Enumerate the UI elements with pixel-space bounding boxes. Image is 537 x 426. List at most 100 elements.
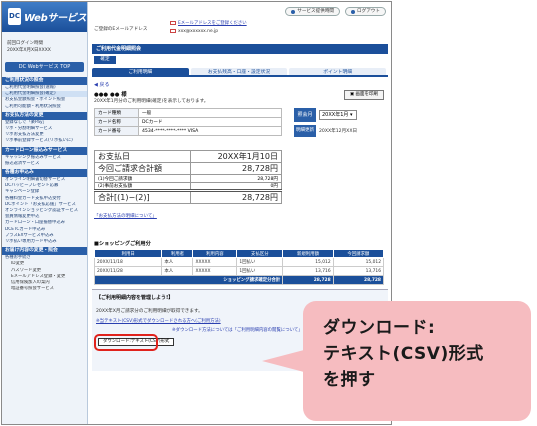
sidebar-section-title: カードローン振込みサービス [2, 146, 87, 155]
download-heading: 【ご利用明細内容を管理しよう!】 [96, 295, 174, 301]
sidebar-section-title: お支払方法の変更 [2, 111, 87, 120]
statement-note: 20XX年1月分のご利用明細(確定)を表示しております。 [94, 99, 209, 104]
sidebar-section-profile: お届け内容の変更・照会 各種お手続き ID変更 パスワード変更 Eメールアドレス… [2, 247, 87, 292]
cell: 20XX/11/28 [93, 266, 163, 276]
total-row: ショッピング請求確定分合計 28,728 28,728 [93, 275, 385, 285]
last-login-value: 20XX年X月X日XXXX [7, 48, 51, 53]
mail-address: xxx@xxxxxx.ne.jp [178, 29, 219, 34]
sidebar-section-title: 各種お申込み [2, 169, 87, 178]
callout-text: ダウンロード: テキスト(CSV)形式 を押す [323, 315, 523, 393]
col-header: 利用日 [93, 249, 163, 258]
sidebar-section-payment-change: お支払方法の変更 登録なしで「楽Pay」 リボ・分割明細サービス リボお支払方法… [2, 111, 87, 145]
top-button[interactable]: DC Webサービス TOP [5, 62, 84, 72]
sub2-label: (2)事前お支払額 [94, 182, 191, 192]
sidebar-item[interactable]: 振込返済サービス [2, 161, 87, 167]
highlight-ring [94, 334, 158, 351]
table-row: 20XX/11/28 本人 XXXXX 1回払い 13,716 13,716 [93, 266, 385, 276]
col-header: 新規利用額 [282, 249, 334, 258]
card-value: 4534-****-****-**** VISA [138, 126, 282, 136]
total-label: 今回ご請求合計額 [94, 162, 191, 175]
callout-line: テキスト(CSV)形式 [323, 344, 484, 364]
back-link[interactable]: ◀ 戻る [94, 81, 109, 88]
tab-balance[interactable]: お支払残高・口座・設定状況 [190, 68, 288, 75]
sidebar: DC Webサービス 前回ログイン時間 20XX年X月X日XXXX DC Web… [2, 2, 88, 424]
cell: XXXXX [192, 257, 238, 267]
tab-points[interactable]: ポイント明細 [289, 68, 387, 75]
cell: 1回払い [236, 257, 284, 267]
cell: 本人 [161, 266, 194, 276]
col-header: 利用内容 [192, 249, 238, 258]
due-value: 20XX年1月10日 [189, 150, 283, 163]
csv-help-link[interactable]: ※当テキスト(CSV)形式でダウンロードされる方へ(ご利用方法) [96, 318, 221, 324]
print-label: 画面を印刷 [355, 92, 379, 97]
total-value: 28,728円 [189, 162, 283, 175]
tab-bar: ご利用明細 お支払残高・口座・設定状況 ポイント明細 [92, 68, 388, 77]
brand-bar: DC Webサービス [2, 2, 87, 32]
cell: 本人 [161, 257, 194, 267]
card-value: 一般 [138, 108, 282, 118]
payment-summary: お支払日 20XX年1月10日 今回ご請求合計額 28,728円 (1)今回ご請求額… [94, 150, 283, 204]
sidebar-section-title: ご利用状況の照会 [2, 77, 87, 85]
total-row-label: ショッピング請求確定分合計 [93, 275, 284, 285]
total-billed: 28,728 [332, 275, 385, 285]
month-select[interactable]: 20XX年1月 ▾ [319, 110, 357, 120]
service-hours-button[interactable]: サービス提供時間 [285, 7, 341, 16]
sidebar-item[interactable]: リボ払い専用カード申込み [2, 239, 87, 245]
customer-name: ●●● ●● 様 [94, 92, 127, 98]
logout-button[interactable]: ログアウト [345, 7, 386, 16]
sidebar-section-usage: ご利用状況の照会 ご利用代金明細照会(速報) ご利用代金明細照会(確定) お支払… [2, 77, 87, 110]
mail-label: ご登録のEメールアドレス [94, 27, 148, 32]
callout-line: を押す [323, 370, 376, 390]
sub1-label: (1)今回ご請求額 [94, 174, 191, 183]
tab-usage-details[interactable]: ご利用明細 [92, 68, 189, 75]
col-header: 今回請求額 [332, 249, 385, 258]
sidebar-subitem[interactable]: 暗証番号照会サービス [2, 286, 87, 292]
cell: 15,012 [332, 257, 385, 267]
page-title: ご利用代金明細照会 [92, 44, 388, 54]
card-key: カード種類 [94, 108, 139, 118]
logo-text: Webサービス [24, 13, 87, 24]
card-key: カード名称 [94, 117, 139, 127]
inquiry-panel: 照会月 20XX年1月 ▾ 明細更新日 20XX年12月XX日 [294, 108, 384, 145]
logout-label: ログアウト [357, 9, 380, 14]
sum-value: 28,728円 [189, 190, 283, 204]
table-row: 20XX/11/18 本人 XXXXX 1回払い 15,012 15,012 [93, 257, 385, 267]
sub2-value: 0円 [189, 182, 283, 192]
payment-details-link[interactable]: 「お支払方法の明細について」 [94, 213, 157, 219]
status-badge: 確定 [94, 56, 116, 64]
shopping-table: 利用日 利用者 利用内容 支払区分 新規利用額 今回請求額 20XX/11/18… [93, 249, 385, 285]
cell: 15,012 [282, 257, 334, 267]
print-button[interactable]: ▣ 画面を印刷 [343, 90, 384, 100]
header-buttons: サービス提供時間 ログアウト [285, 7, 386, 16]
updated-date: 20XX年12月XX日 [319, 129, 358, 134]
card-key: カード番号 [94, 126, 139, 136]
total-new: 28,728 [282, 275, 334, 285]
card-info-table: カード種類 一般 カード名称 DCカード カード番号 4534-****-****-*… [94, 108, 282, 136]
due-label: お支払日 [94, 150, 191, 163]
mail-info: Eメールアドレスをご登録ください xxx@xxxxxx.ne.jp [170, 20, 247, 36]
col-header: 支払区分 [236, 249, 284, 258]
sum-label: 合計[(1)−(2)] [94, 190, 191, 204]
sidebar-item[interactable]: ご利用可能額・利用状況照会 [2, 104, 87, 110]
logo-icon: DC [8, 8, 21, 25]
back-label: 戻る [99, 82, 110, 88]
clock-icon [291, 9, 296, 14]
sidebar-section-title: お届け内容の変更・照会 [2, 247, 87, 256]
mail-register-link[interactable]: Eメールアドレスをご登録ください [178, 21, 247, 26]
col-header: 利用者 [161, 249, 194, 258]
sidebar-item[interactable]: リボ事前登録サービス(リボ払いに) [2, 138, 87, 144]
sidebar-section-applications: 各種お申込み オンライン明細書切替サービス DCハッピープレゼント応募 キャンペ… [2, 169, 87, 245]
last-login-label: 前回ログイン時間 [7, 41, 43, 46]
download-text: 20XX年X月ご請求分のご利用明細が取得できます。 [96, 309, 203, 314]
mail-icon [170, 28, 176, 33]
cell: XXXXX [192, 266, 238, 276]
callout-pointer [262, 350, 304, 372]
month-select-value: 20XX年1月 [322, 112, 349, 118]
last-login: 前回ログイン時間 20XX年X月X日XXXX [2, 32, 87, 58]
cell: 13,716 [332, 266, 385, 276]
cell: 13,716 [282, 266, 334, 276]
cell: 1回払い [236, 266, 284, 276]
service-hours-label: サービス提供時間 [297, 9, 335, 14]
updated-label: 明細更新日 [294, 125, 316, 145]
mail-icon [170, 20, 176, 25]
